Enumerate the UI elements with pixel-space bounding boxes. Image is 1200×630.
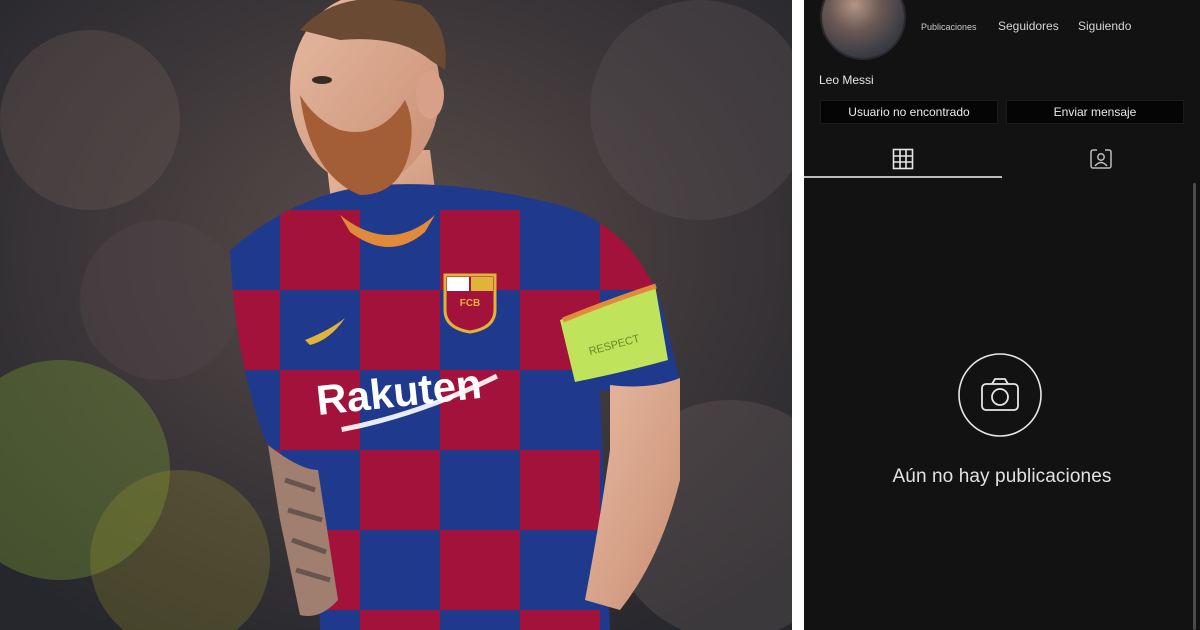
grid-icon [892, 148, 914, 170]
stat-seguidores[interactable]: Seguidores [998, 19, 1059, 33]
stat-publicaciones[interactable]: Publicaciones [921, 22, 977, 32]
profile-username: Leo Messi [819, 73, 874, 87]
tab-tagged[interactable] [1002, 140, 1200, 178]
send-message-button[interactable]: Enviar mensaje [1006, 100, 1184, 124]
profile-screenshot: Publicaciones Seguidores Siguiendo Leo M… [804, 0, 1200, 630]
panel-divider [792, 0, 804, 630]
camera-icon [958, 353, 1042, 437]
tagged-person-icon [1090, 149, 1112, 169]
active-tab-indicator [804, 176, 1002, 178]
tab-posts-grid[interactable] [804, 140, 1002, 178]
crest-text: FCB [460, 298, 481, 309]
composite-image: FCB Rakuten RESPECT Publicaciones Seguid… [0, 0, 1200, 630]
stat-siguiendo[interactable]: Siguiendo [1078, 19, 1131, 33]
user-not-found-button[interactable]: Usuario no encontrado [820, 100, 998, 124]
player-photo: FCB Rakuten RESPECT [0, 0, 792, 630]
scrollbar[interactable] [1193, 183, 1196, 630]
profile-avatar[interactable] [820, 0, 906, 60]
club-crest: FCB [443, 273, 497, 334]
empty-state-text: Aún no hay publicaciones [892, 466, 1112, 487]
